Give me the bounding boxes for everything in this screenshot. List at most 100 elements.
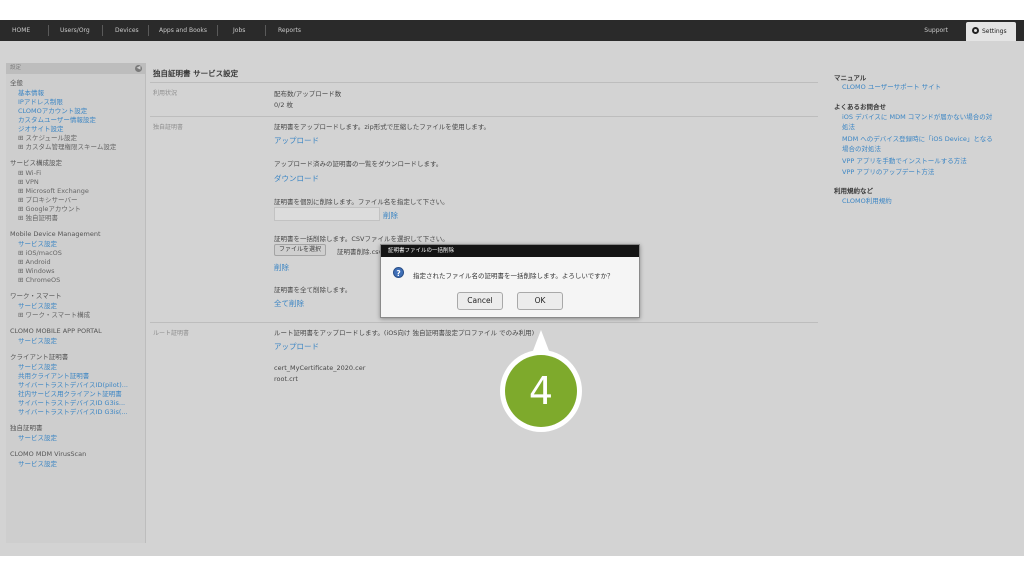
sidebar-item[interactable]: ⊞ Wi-Fi (18, 169, 41, 177)
top-nav-bar: HOME Users/Org Devices Apps and Books Jo… (0, 20, 1024, 41)
cert-section-label: 独自証明書 (153, 124, 184, 131)
sidebar-group-heading: CLOMO MOBILE APP PORTAL (10, 327, 102, 335)
dialog-message: 指定されたファイル名の証明書を一括削除します。よろしいですか？ (413, 272, 614, 280)
sidebar-item[interactable]: サービス設定 (18, 302, 57, 310)
sidebar-item[interactable]: サービス設定 (18, 434, 57, 442)
app-window: HOME Users/Org Devices Apps and Books Jo… (0, 20, 1024, 556)
nav-divider (217, 25, 218, 36)
delete-one-link[interactable]: 削除 (383, 210, 398, 221)
sidebar-group-heading: CLOMO MDM VirusScan (10, 450, 87, 458)
faq-link[interactable]: 処法 (842, 122, 855, 132)
usage-label: 利用状況 (153, 90, 178, 97)
cancel-button[interactable]: Cancel (457, 292, 503, 310)
sidebar-item[interactable]: ⊞ Googleアカウント (18, 205, 81, 213)
delete-bulk-description: 証明書を一括削除します。CSVファイルを選択して下さい。 (274, 235, 449, 243)
terms-link[interactable]: CLOMO利用規約 (842, 196, 892, 206)
sidebar-item[interactable]: サイバートラストデバイスID G3is(... (18, 408, 128, 416)
step-number-badge: 4 (505, 355, 577, 427)
sidebar-group-heading: Mobile Device Management (10, 230, 101, 238)
sidebar-item[interactable]: IPアドレス制限 (18, 98, 63, 106)
choose-file-button[interactable]: ファイルを選択 (274, 244, 327, 256)
root-file-item: cert_MyCertificate_2020.cer (274, 364, 366, 372)
delete-one-description: 証明書を個別に削除します。ファイル名を指定して下さい。 (274, 198, 449, 206)
settings-sidebar: 設定 ◀ 全般基本情報 IPアドレス制限 CLOMOアカウント設定 カスタムユーザー情… (6, 63, 146, 543)
usage-value: 0/2 枚 (274, 101, 294, 109)
root-upload-link[interactable]: アップロード (274, 341, 319, 352)
faq-link[interactable]: MDM へのデバイス登録時に「iOS Device」となる (842, 134, 993, 144)
collapse-arrow-icon[interactable]: ◀ (135, 65, 142, 72)
nav-settings-label: Settings (982, 28, 1007, 35)
terms-heading: 利用規約など (834, 187, 873, 195)
sidebar-item[interactable]: ⊞ プロキシサーバー (18, 196, 77, 204)
sidebar-item[interactable]: ⊞ VPN (18, 178, 39, 186)
manual-heading: マニュアル (834, 74, 867, 82)
nav-users-org[interactable]: Users/Org (60, 20, 90, 41)
sidebar-group-heading: 全般 (10, 79, 23, 87)
sidebar-item[interactable]: ⊞ スケジュール設定 (18, 134, 77, 142)
nav-reports[interactable]: Reports (278, 20, 301, 41)
confirm-bulk-delete-dialog: 証明書ファイルの一括削除 ? 指定されたファイル名の証明書を一括削除します。よろ… (380, 244, 640, 318)
nav-devices[interactable]: Devices (115, 20, 139, 41)
sidebar-item[interactable]: カスタムユーザー情報設定 (18, 116, 96, 124)
sidebar-item[interactable]: 社内サービス用クライアント証明書 (18, 390, 122, 398)
sidebar-item[interactable]: ⊞ iOS/macOS (18, 249, 62, 257)
sidebar-group-heading: クライアント証明書 (10, 353, 69, 361)
upload-link[interactable]: アップロード (274, 135, 319, 146)
faq-link[interactable]: VPP アプリのアップデート方法 (842, 167, 934, 177)
sidebar-item[interactable]: ジオサイト設定 (18, 125, 64, 133)
usage-heading: 配布数/アップロード数 (274, 90, 342, 98)
support-site-link[interactable]: CLOMO ユーザーサポート サイト (842, 82, 941, 92)
question-icon: ? (393, 267, 404, 278)
divider (150, 322, 818, 323)
nav-divider (148, 25, 149, 36)
download-description: アップロード済みの証明書の一覧をダウンロードします。 (274, 160, 443, 168)
root-cert-label: ルート証明書 (153, 330, 190, 337)
sidebar-item[interactable]: ⊞ Windows (18, 267, 55, 275)
filename-input[interactable] (274, 207, 380, 221)
sidebar-item[interactable]: サイバートラストデバイスID G3is... (18, 399, 125, 407)
delete-all-link[interactable]: 全て削除 (274, 298, 304, 309)
sidebar-item[interactable]: 共用クライアント証明書 (18, 372, 89, 380)
root-file-item: root.crt (274, 375, 298, 383)
faq-heading: よくあるお問合せ (834, 103, 886, 111)
root-cert-description: ルート証明書をアップロードします。(iOS向け 独自証明書設定プロファイル での… (274, 329, 535, 337)
sidebar-item[interactable]: ⊞ カスタム管理権限スキーム設定 (18, 143, 116, 151)
sidebar-item[interactable]: ⊞ 独自証明書 (18, 214, 58, 222)
sidebar-item[interactable]: サービス設定 (18, 240, 57, 248)
upload-description: 証明書をアップロードします。zip形式で圧縮したファイルを使用します。 (274, 123, 491, 131)
sidebar-item[interactable]: CLOMOアカウント設定 (18, 107, 87, 115)
download-link[interactable]: ダウンロード (274, 173, 319, 184)
nav-support[interactable]: Support (924, 20, 948, 41)
sidebar-item[interactable]: サイバートラストデバイスID(pilot)... (18, 381, 128, 389)
dialog-title: 証明書ファイルの一括削除 (381, 245, 639, 257)
nav-divider (102, 25, 103, 36)
sidebar-group-heading: ワーク・スマート (10, 292, 62, 300)
sidebar-item[interactable]: ⊞ Microsoft Exchange (18, 187, 89, 195)
delete-bulk-link[interactable]: 削除 (274, 262, 289, 273)
nav-settings-tab[interactable]: Settings (966, 22, 1016, 41)
nav-jobs[interactable]: Jobs (233, 20, 245, 41)
sidebar-item[interactable]: ⊞ ChromeOS (18, 276, 60, 284)
sidebar-item[interactable]: 基本情報 (18, 89, 44, 97)
nav-apps-books[interactable]: Apps and Books (159, 20, 207, 41)
ok-button[interactable]: OK (517, 292, 563, 310)
sidebar-item[interactable]: サービス設定 (18, 337, 57, 345)
faq-link[interactable]: iOS デバイスに MDM コマンドが届かない場合の対 (842, 112, 992, 122)
sidebar-item[interactable]: サービス設定 (18, 363, 57, 371)
sidebar-item[interactable]: ⊞ Android (18, 258, 51, 266)
nav-divider (48, 25, 49, 36)
sidebar-group-heading: 独自証明書 (10, 424, 43, 432)
page-title: 独自証明書 サービス設定 (153, 69, 239, 78)
divider (150, 116, 818, 117)
divider (150, 82, 818, 83)
delete-all-description: 証明書を全て削除します。 (274, 286, 352, 294)
nav-divider (265, 25, 266, 36)
sidebar-group-heading: サービス構成設定 (10, 159, 62, 167)
nav-home[interactable]: HOME (12, 20, 30, 41)
selected-file-name: 証明書削除.csv (337, 248, 383, 256)
faq-link[interactable]: 場合の対処法 (842, 144, 881, 154)
sidebar-item[interactable]: サービス設定 (18, 460, 57, 468)
sidebar-header-label: 設定 (10, 65, 22, 71)
faq-link[interactable]: VPP アプリを手動でインストールする方法 (842, 156, 967, 166)
sidebar-item[interactable]: ⊞ ワーク・スマート構成 (18, 311, 90, 319)
